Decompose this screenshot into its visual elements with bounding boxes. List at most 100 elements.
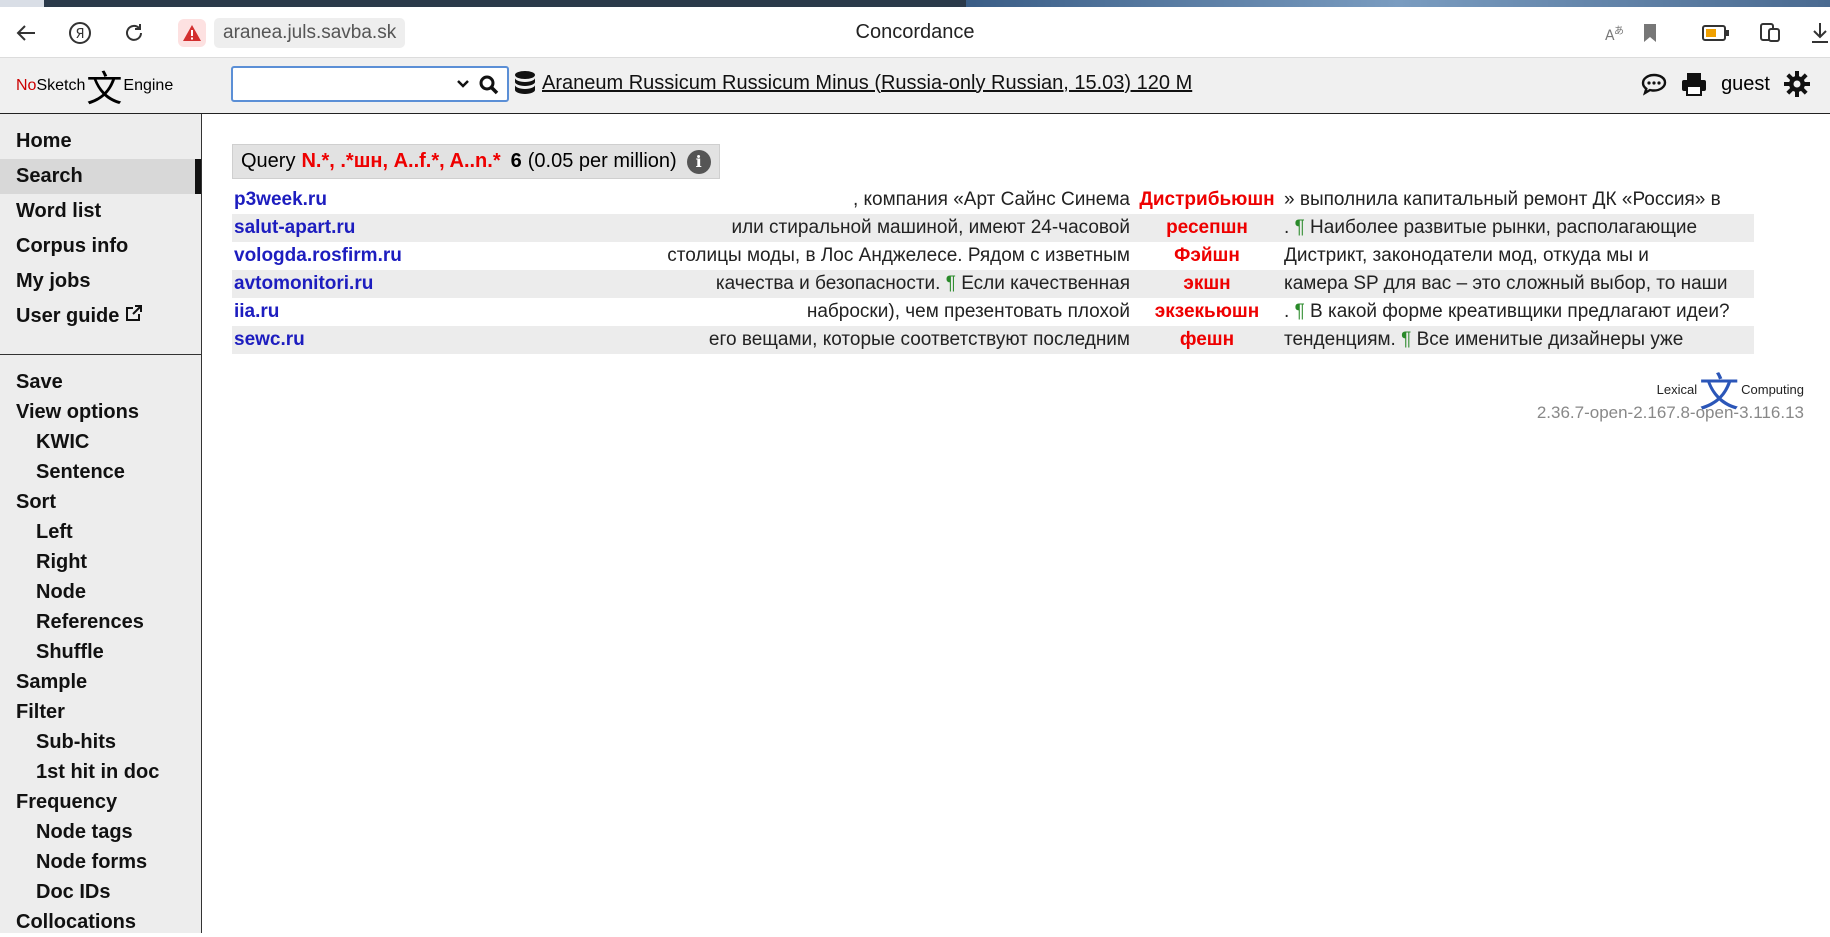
- concordance-table: p3week.ru , компания «Арт Сайнс Синема Д…: [232, 186, 1754, 354]
- kwic-text[interactable]: Фэйшн: [1174, 245, 1240, 266]
- sidebar-item-node-forms[interactable]: Node forms: [0, 847, 201, 877]
- sidebar-item-word-list[interactable]: Word list: [0, 194, 201, 229]
- reload-icon[interactable]: [120, 19, 148, 47]
- sidebar-item-filter[interactable]: Filter: [0, 697, 201, 727]
- sidebar-item-node-tags[interactable]: Node tags: [0, 817, 201, 847]
- logo-no: No: [16, 77, 37, 94]
- right-context-text: Наиболее развитые рынки, располагающие: [1304, 217, 1698, 238]
- paragraph-mark: ¶: [1294, 301, 1305, 322]
- sidebar-item-sub-hits[interactable]: Sub-hits: [0, 727, 201, 757]
- left-context: наброски), чем презентовать плохой: [408, 298, 1132, 326]
- reference-link[interactable]: iia.ru: [234, 301, 279, 322]
- print-icon[interactable]: [1681, 72, 1707, 96]
- left-context: столицы моды, в Лос Анджелесе. Рядом с и…: [408, 242, 1132, 270]
- sidebar-item-user-guide[interactable]: User guide: [0, 299, 201, 334]
- query-label: Query: [241, 150, 296, 172]
- sidebar: Home Search Word list Corpus info My job…: [0, 114, 202, 933]
- browser-tabstrip: [0, 0, 1830, 7]
- sidebar-item-sort-references[interactable]: References: [0, 607, 201, 637]
- reference-link[interactable]: sewc.ru: [234, 329, 305, 350]
- sidebar-item-sort-left[interactable]: Left: [0, 517, 201, 547]
- kwic-cell[interactable]: Фэйшн: [1132, 242, 1282, 270]
- sidebar-item-save[interactable]: Save: [0, 367, 201, 397]
- sidebar-item-view-options[interactable]: View options: [0, 397, 201, 427]
- kwic-text[interactable]: Дистрибьюшн: [1139, 189, 1274, 210]
- sidebar-item-sort[interactable]: Sort: [0, 487, 201, 517]
- sidebar-item-sort-right[interactable]: Right: [0, 547, 201, 577]
- kwic-cell[interactable]: экшн: [1132, 270, 1282, 298]
- feedback-icon[interactable]: [1641, 72, 1667, 96]
- kwic-text[interactable]: экзекьюшн: [1155, 301, 1260, 322]
- kwic-text[interactable]: ресепшн: [1166, 217, 1248, 238]
- sidebar-item-sentence[interactable]: Sentence: [0, 457, 201, 487]
- sidebar-item-kwic[interactable]: KWIC: [0, 427, 201, 457]
- lc-logo-left: Lexical: [1656, 381, 1698, 397]
- left-context: качества и безопасности. ¶ Если качестве…: [408, 270, 1132, 298]
- back-arrow-icon[interactable]: [12, 19, 40, 47]
- left-context-text: , компания «Арт Сайнс Синема: [852, 189, 1130, 210]
- hits-per-million: (0.05 per million): [527, 150, 677, 172]
- kwic-cell[interactable]: ресепшн: [1132, 214, 1282, 242]
- reference-cell: p3week.ru: [232, 186, 408, 214]
- extensions-icon[interactable]: [1756, 19, 1784, 47]
- reference-cell: avtomonitori.ru: [232, 270, 408, 298]
- kwic-cell[interactable]: Дистрибьюшн: [1132, 186, 1282, 214]
- corpus-selector[interactable]: Araneum Russicum Russicum Minus (Russia-…: [514, 70, 1192, 96]
- nosketch-engine-logo[interactable]: No Sketch 文 Engine: [16, 64, 174, 110]
- kwic-cell[interactable]: экзекьюшн: [1132, 298, 1282, 326]
- query-expression: N.*, .*шн, A..f.*, A..n.*: [301, 150, 501, 172]
- reference-cell: salut-apart.ru: [232, 214, 408, 242]
- search-icon[interactable]: [479, 75, 499, 95]
- battery-icon[interactable]: [1702, 19, 1730, 47]
- query-summary: Query N.*, .*шн, A..f.*, A..n.* 6 (0.05 …: [232, 144, 720, 179]
- sidebar-item-doc-ids[interactable]: Doc IDs: [0, 877, 201, 907]
- database-icon: [515, 71, 535, 94]
- right-context: тенденциям. ¶ Все именитые дизайнеры уже: [1282, 326, 1754, 354]
- sidebar-item-corpus-info[interactable]: Corpus info: [0, 229, 201, 264]
- logo-engine: Engine: [123, 77, 174, 94]
- yandex-icon[interactable]: Я: [66, 19, 94, 47]
- gear-icon[interactable]: [1784, 71, 1810, 97]
- table-row: salut-apart.ru или стиральной машиной, и…: [232, 214, 1754, 242]
- user-name[interactable]: guest: [1721, 73, 1770, 96]
- warning-icon[interactable]: [178, 19, 206, 47]
- browser-toolbar: Я aranea.juls.savba.sk Concordance Aあ: [0, 7, 1830, 58]
- translate-icon[interactable]: Aあ: [1600, 19, 1628, 47]
- bookmark-icon[interactable]: [1636, 19, 1664, 47]
- left-context-text: Если качественная: [955, 273, 1130, 294]
- kwic-text[interactable]: экшн: [1183, 273, 1230, 294]
- sidebar-item-sample[interactable]: Sample: [0, 667, 201, 697]
- sidebar-item-home[interactable]: Home: [0, 124, 201, 159]
- reference-link[interactable]: salut-apart.ru: [234, 217, 355, 238]
- url-text[interactable]: aranea.juls.savba.sk: [214, 18, 406, 48]
- paragraph-mark: ¶: [945, 273, 956, 294]
- sidebar-item-frequency[interactable]: Frequency: [0, 787, 201, 817]
- right-context: . ¶ В какой форме креативщики предлагают…: [1282, 298, 1754, 326]
- kwic-cell[interactable]: фешн: [1132, 326, 1282, 354]
- kwic-text[interactable]: фешн: [1180, 329, 1234, 350]
- sidebar-item-my-jobs[interactable]: My jobs: [0, 264, 201, 299]
- quick-search-input[interactable]: [231, 66, 509, 102]
- right-context-pre: .: [1284, 301, 1295, 322]
- download-icon[interactable]: [1806, 19, 1830, 47]
- right-context-text: Все именитые дизайнеры уже: [1411, 329, 1684, 350]
- right-context-pre: тенденциям.: [1284, 329, 1402, 350]
- address-bar[interactable]: aranea.juls.savba.sk: [170, 18, 415, 48]
- info-icon[interactable]: i: [686, 149, 711, 174]
- chevron-down-icon[interactable]: [455, 76, 471, 92]
- left-context-pre: качества и безопасности.: [715, 273, 946, 294]
- sidebar-item-sort-node[interactable]: Node: [0, 577, 201, 607]
- sidebar-item-search[interactable]: Search: [0, 159, 201, 194]
- right-context: . ¶ Наиболее развитые рынки, располагающ…: [1282, 214, 1754, 242]
- sidebar-item-first-hit-in-doc[interactable]: 1st hit in doc: [0, 757, 201, 787]
- table-row: iia.ru наброски), чем презентовать плохо…: [232, 298, 1754, 326]
- reference-link[interactable]: vologda.rosfirm.ru: [234, 245, 402, 266]
- sidebar-item-sort-shuffle[interactable]: Shuffle: [0, 637, 201, 667]
- app-header: No Sketch 文 Engine Araneum Russicum Russ…: [0, 58, 1830, 114]
- left-context-text: столицы моды, в Лос Анджелесе. Рядом с и…: [667, 245, 1130, 266]
- left-context: или стиральной машиной, имеют 24-часовой: [408, 214, 1132, 242]
- corpus-name-link[interactable]: Araneum Russicum Russicum Minus (Russia-…: [542, 72, 1192, 95]
- reference-link[interactable]: avtomonitori.ru: [234, 273, 373, 294]
- reference-link[interactable]: p3week.ru: [234, 189, 327, 210]
- tab-active-indicator[interactable]: [0, 0, 44, 7]
